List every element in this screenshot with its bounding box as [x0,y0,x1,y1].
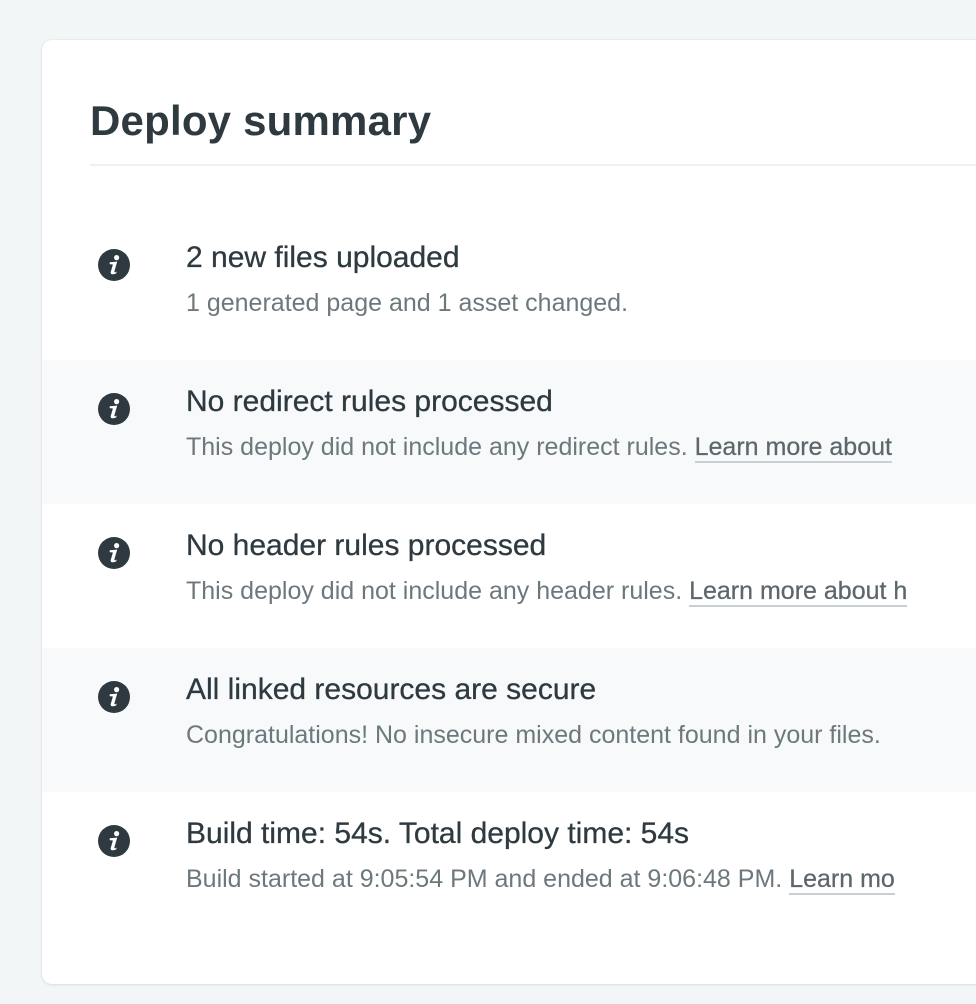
item-title: All linked resources are secure [186,673,597,706]
deploy-summary-card: Deploy summary 2 new files uploaded 1 ge… [42,40,976,984]
item-title: Build time: 54s. Total deploy time: 54s [186,817,690,850]
item-description-text: This deploy did not include any redirect… [186,433,695,461]
summary-item-files-uploaded: 2 new files uploaded 1 generated page an… [42,216,976,360]
item-title: 2 new files uploaded [186,241,460,274]
summary-list: 2 new files uploaded 1 generated page an… [42,216,976,936]
page-title: Deploy summary [90,97,432,144]
card-header: Deploy summary [90,40,976,166]
info-icon [98,681,130,713]
item-description: This deploy did not include any header r… [186,574,976,608]
item-description: Build started at 9:05:54 PM and ended at… [186,862,976,896]
info-icon [98,249,130,281]
learn-more-build-link[interactable]: Learn mo [789,865,895,895]
info-icon [98,825,130,857]
item-description-text: This deploy did not include any header r… [186,577,690,605]
summary-item-mixed-content: All linked resources are secure Congratu… [42,648,976,792]
item-description: Congratulations! No insecure mixed conte… [186,718,976,752]
item-description: 1 generated page and 1 asset changed. [186,286,976,320]
item-description-text: 1 generated page and 1 asset changed. [186,289,629,317]
item-description-text: Build started at 9:05:54 PM and ended at… [186,865,790,893]
item-title: No redirect rules processed [186,385,553,418]
summary-item-header-rules: No header rules processed This deploy di… [42,504,976,648]
summary-item-build-time: Build time: 54s. Total deploy time: 54s … [42,792,976,936]
summary-item-redirect-rules: No redirect rules processed This deploy … [42,360,976,504]
info-icon [98,393,130,425]
learn-more-headers-link[interactable]: Learn more about h [689,577,907,607]
learn-more-redirects-link[interactable]: Learn more about [694,433,892,463]
item-description: This deploy did not include any redirect… [186,430,976,464]
item-title: No header rules processed [186,529,547,562]
item-description-text: Congratulations! No insecure mixed conte… [186,721,881,749]
info-icon [98,537,130,569]
